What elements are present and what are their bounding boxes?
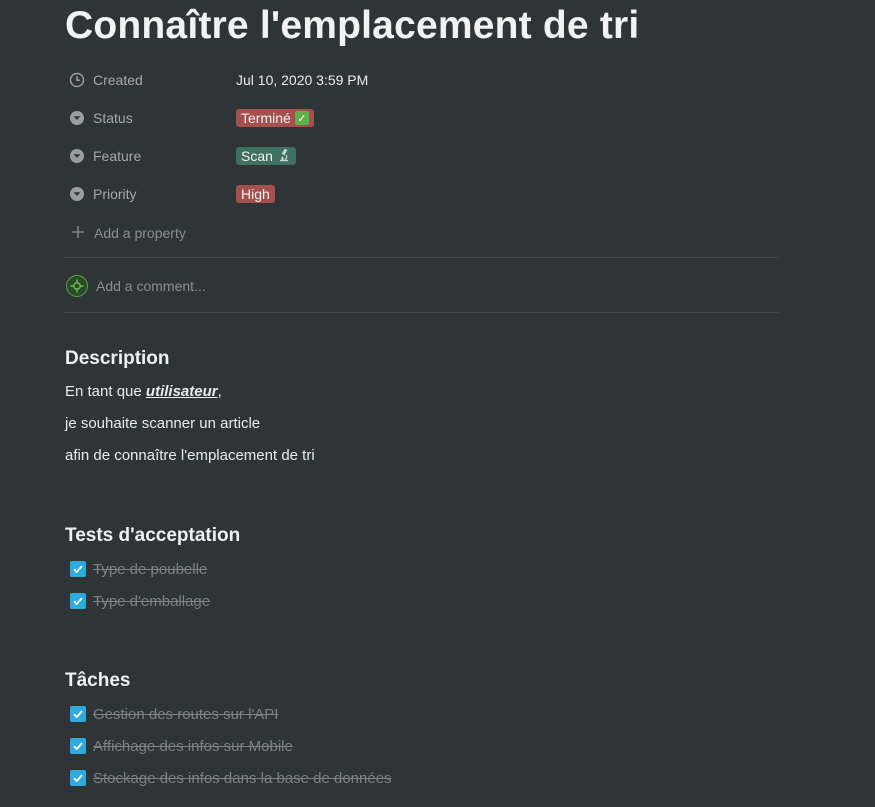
add-property-label: Add a property bbox=[94, 225, 186, 241]
property-status[interactable]: Status Terminé ✓ bbox=[68, 104, 780, 132]
todo-item[interactable]: Stockage des infos dans la base de donné… bbox=[70, 768, 392, 788]
select-icon bbox=[68, 185, 86, 203]
property-label: Status bbox=[93, 110, 133, 126]
check-mark-icon: ✓ bbox=[294, 111, 309, 125]
todo-item[interactable]: Type de poubelle bbox=[70, 559, 207, 579]
todo-item[interactable]: Type d'emballage bbox=[70, 591, 210, 611]
feature-tag-label: Scan bbox=[241, 148, 273, 164]
status-tag-label: Terminé bbox=[241, 110, 291, 126]
select-icon bbox=[68, 147, 86, 165]
todo-label: Type de poubelle bbox=[93, 560, 208, 578]
todo-item[interactable]: Gestion des routes sur l'API bbox=[70, 704, 278, 724]
property-label: Created bbox=[93, 72, 143, 88]
todo-label: Stockage des infos dans la base de donné… bbox=[93, 769, 392, 787]
description-line-3[interactable]: afin de connaître l'emplacement de tri bbox=[65, 447, 315, 464]
select-icon bbox=[68, 109, 86, 127]
checkbox-checked-icon[interactable] bbox=[70, 706, 86, 722]
property-label: Priority bbox=[93, 186, 137, 202]
property-feature[interactable]: Feature Scan bbox=[68, 142, 780, 170]
divider bbox=[65, 312, 779, 313]
acceptance-heading[interactable]: Tests d'acceptation bbox=[65, 525, 240, 547]
checkbox-checked-icon[interactable] bbox=[70, 593, 86, 609]
microscope-icon bbox=[277, 148, 291, 165]
priority-value-wrapper: High bbox=[236, 185, 275, 203]
description-line-2[interactable]: je souhaite scanner un article bbox=[65, 415, 260, 432]
status-tag[interactable]: Terminé ✓ bbox=[236, 109, 314, 127]
avatar bbox=[66, 275, 88, 297]
description-line-1[interactable]: En tant que utilisateur, bbox=[65, 383, 222, 400]
description-text: En tant que bbox=[65, 383, 146, 400]
emphasis-text: utilisateur bbox=[145, 383, 218, 400]
comment-placeholder: Add a comment... bbox=[96, 278, 206, 294]
notion-page: Connaître l'emplacement de tri Created J… bbox=[0, 0, 875, 807]
property-created[interactable]: Created Jul 10, 2020 3:59 PM bbox=[68, 66, 780, 94]
description-text: , bbox=[217, 383, 222, 400]
clock-icon bbox=[68, 71, 86, 89]
divider bbox=[65, 257, 779, 258]
priority-tag[interactable]: High bbox=[236, 185, 275, 203]
feature-value-wrapper: Scan bbox=[236, 147, 296, 165]
priority-tag-label: High bbox=[241, 186, 270, 202]
property-label: Feature bbox=[93, 148, 142, 164]
checkbox-checked-icon[interactable] bbox=[70, 738, 86, 754]
checkbox-checked-icon[interactable] bbox=[70, 561, 86, 577]
checkbox-checked-icon[interactable] bbox=[70, 770, 86, 786]
description-heading[interactable]: Description bbox=[65, 348, 170, 370]
todo-label: Gestion des routes sur l'API bbox=[93, 705, 279, 723]
comment-input[interactable]: Add a comment... bbox=[66, 275, 206, 297]
property-priority[interactable]: Priority High bbox=[68, 180, 780, 208]
todo-item[interactable]: Affichage des infos sur Mobile bbox=[70, 736, 293, 756]
created-value: Jul 10, 2020 3:59 PM bbox=[236, 72, 369, 88]
status-value-wrapper: Terminé ✓ bbox=[236, 109, 314, 127]
todo-label: Type d'emballage bbox=[93, 592, 211, 610]
feature-tag[interactable]: Scan bbox=[236, 147, 296, 165]
page-title[interactable]: Connaître l'emplacement de tri bbox=[65, 4, 639, 48]
tasks-heading[interactable]: Tâches bbox=[65, 670, 130, 692]
todo-label: Affichage des infos sur Mobile bbox=[93, 737, 293, 755]
plus-icon bbox=[69, 223, 87, 243]
add-property-button[interactable]: Add a property bbox=[69, 222, 186, 244]
